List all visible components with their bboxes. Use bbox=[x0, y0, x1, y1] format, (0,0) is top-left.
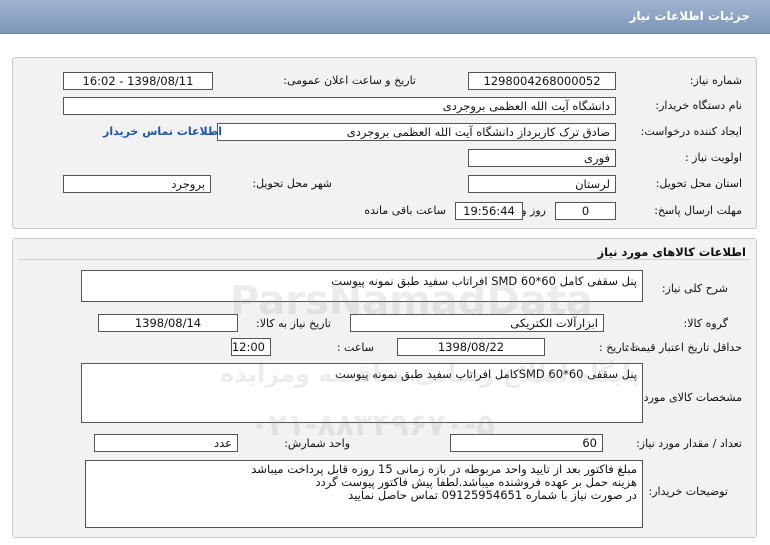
notes-line: در صورت نیاز با شماره 09125954651 تماس ح… bbox=[348, 488, 637, 502]
summary-field: پنل سقفی کامل SMD 60*60 افراتاب سفید طبق… bbox=[81, 270, 643, 302]
deadline-label: مهلت ارسال پاسخ: bbox=[654, 204, 742, 217]
deadline-suffix: ساعت باقی مانده bbox=[364, 204, 446, 217]
deadline-days-field: 0 bbox=[555, 202, 616, 220]
deadline-day-word: روز و bbox=[521, 204, 546, 217]
page-header: جزئیات اطلاعات نیاز bbox=[0, 0, 770, 34]
need-number-label: شماره نیاز: bbox=[689, 74, 742, 87]
creator-label: ایجاد کننده درخواست: bbox=[640, 125, 742, 138]
buyer-field: دانشگاه آیت الله العظمی بروجردی bbox=[63, 97, 616, 115]
city-field: بروجرد bbox=[63, 175, 211, 193]
hour-label: ساعت : bbox=[336, 341, 374, 354]
city-label: شهر محل تحویل: bbox=[252, 177, 332, 190]
group-field: ابزارآلات الکتریکی bbox=[350, 314, 604, 332]
qty-label: تعداد / مقدار مورد نیاز: bbox=[636, 437, 742, 450]
need-date-label: تاریخ نیاز به کالا: bbox=[256, 317, 331, 330]
until-date-label: تا تاریخ : bbox=[599, 341, 638, 354]
need-number-field: 1298004268000052 bbox=[468, 72, 616, 90]
min-validity-label: حداقل تاریخ اعتبار قیمت: bbox=[626, 341, 742, 354]
notes-label: توضیحات خریدار: bbox=[648, 485, 729, 498]
buyer-notes-field: مبلغ فاکتور بعد از تایید واحد مربوطه در … bbox=[85, 460, 643, 528]
qty-field: 60 bbox=[450, 434, 603, 452]
buyer-label: نام دستگاه خریدار: bbox=[655, 99, 742, 112]
goods-panel: اطلاعات کالاهای مورد نیاز شرح کلی نیاز: … bbox=[12, 238, 757, 538]
page-title: جزئیات اطلاعات نیاز bbox=[629, 9, 750, 23]
priority-field: فوری bbox=[468, 149, 616, 167]
province-field: لرستان bbox=[468, 175, 616, 193]
summary-label: شرح کلی نیاز: bbox=[661, 282, 728, 295]
province-label: استان محل تحویل: bbox=[655, 177, 742, 190]
deadline-time-field: 19:56:44 bbox=[455, 202, 523, 220]
group-label: گروه کالا: bbox=[683, 317, 728, 330]
buyer-contact-link[interactable]: اطلاعات تماس خریدار bbox=[103, 125, 222, 138]
need-date-field: 1398/08/14 bbox=[98, 314, 238, 332]
spec-field: پنل سقفی SMD 60*60کامل افراتاب سفید طبق … bbox=[81, 363, 643, 423]
announce-date-label: تاریخ و ساعت اعلان عمومی: bbox=[283, 74, 416, 87]
section-divider bbox=[19, 259, 750, 260]
priority-label: اولویت نیاز : bbox=[684, 151, 742, 164]
until-date-field: 1398/08/22 bbox=[397, 338, 545, 356]
unit-field: عدد bbox=[94, 434, 238, 452]
unit-label: واحد شمارش: bbox=[284, 437, 350, 450]
need-info-panel: شماره نیاز: 1298004268000052 تاریخ و ساع… bbox=[12, 57, 757, 229]
goods-section-title: اطلاعات کالاهای مورد نیاز bbox=[597, 245, 746, 259]
hour-field: 12:00 bbox=[231, 338, 271, 356]
announce-date-field: 1398/08/11 - 16:02 bbox=[63, 72, 213, 90]
creator-field: صادق ترک کاربرداز دانشگاه آیت الله العظم… bbox=[217, 123, 616, 141]
